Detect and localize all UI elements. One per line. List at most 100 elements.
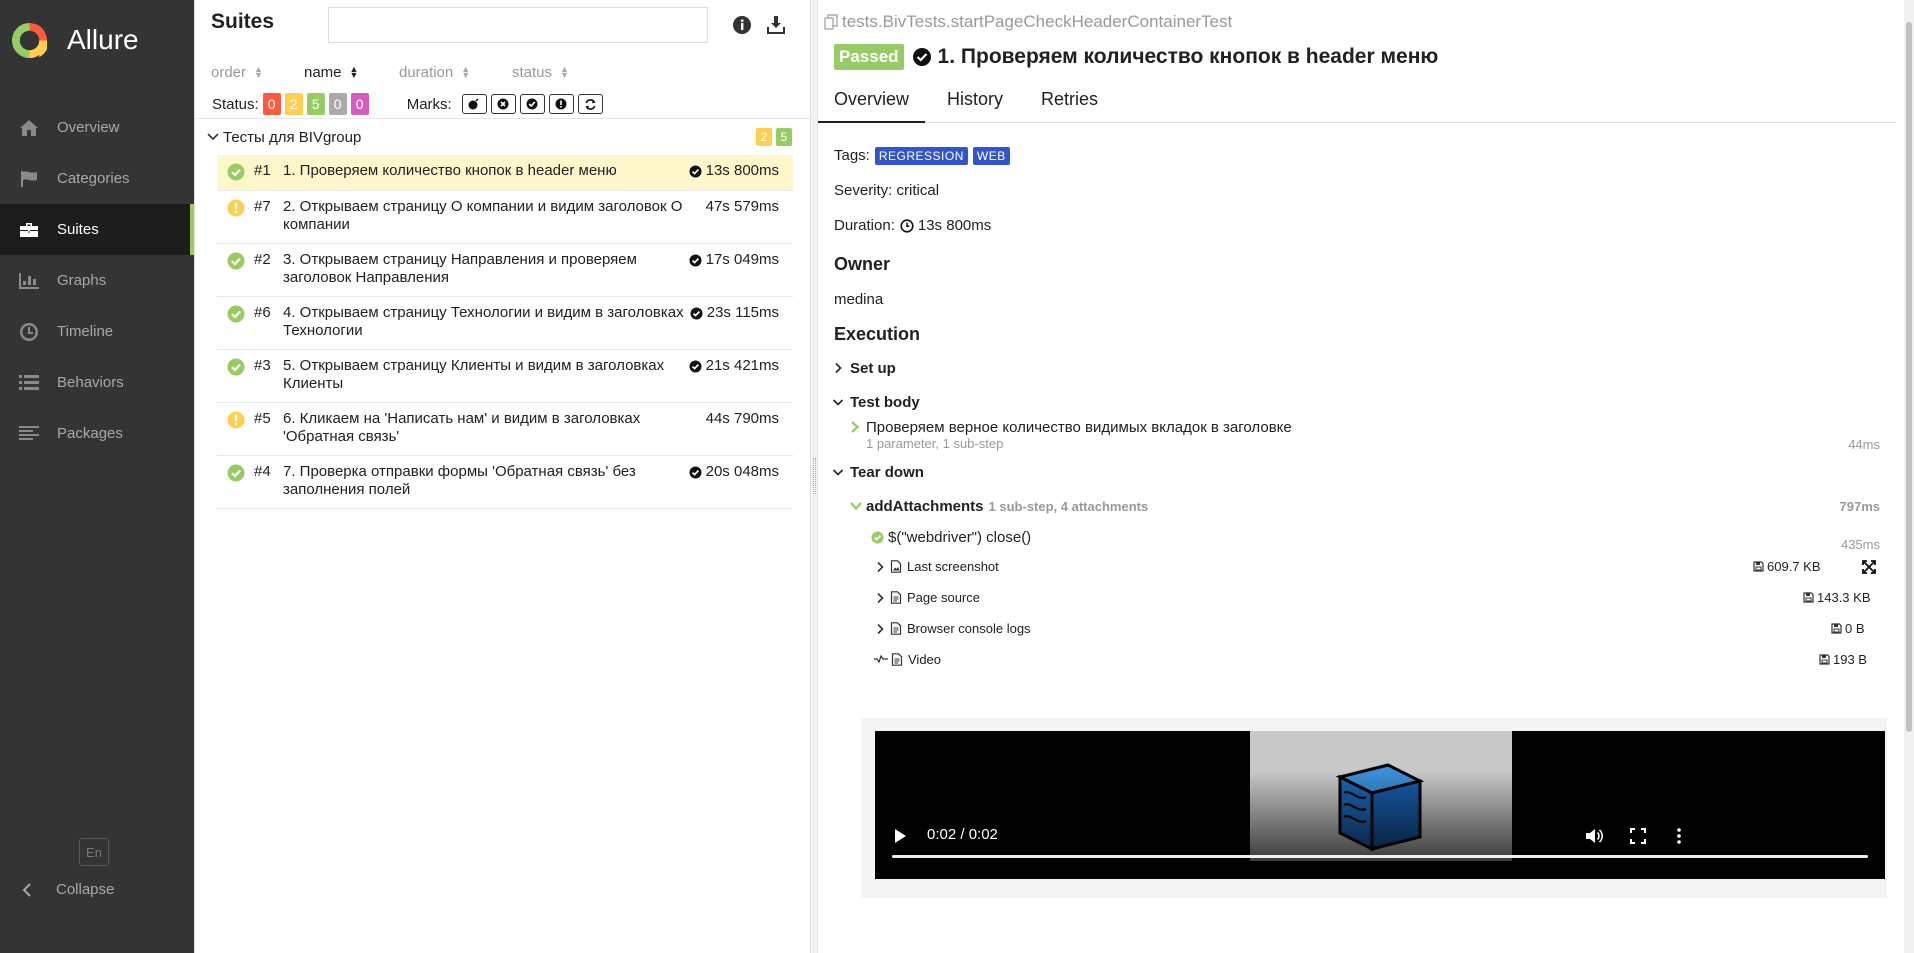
step-row[interactable]: Проверяем верное количество видимых вкла… [850, 419, 1880, 455]
mark-new-broken-button[interactable] [548, 94, 574, 114]
sidebar-item-categories[interactable]: Categories [0, 153, 194, 204]
attachment-row[interactable]: Video 193 B [873, 644, 1914, 674]
chevron-left-icon [22, 882, 31, 897]
mark-new-failed-button[interactable] [490, 94, 516, 114]
floppy-disk-icon [1803, 592, 1814, 603]
test-case-row[interactable]: #7 2. Открываем страницу О компании и вид… [217, 191, 793, 244]
collapse-button[interactable]: Collapse [22, 881, 114, 898]
sidebar-item-overview[interactable]: Overview [0, 102, 194, 153]
case-name: 5. Открываем страницу Клиенты и видим в … [283, 357, 665, 392]
sort-order[interactable]: order ▲ ▼ [211, 62, 304, 82]
test-fullname-text: tests.BivTests.startPageCheckHeaderConta… [842, 12, 1233, 31]
test-case-row[interactable]: #2 3. Открываем страницу Направления и пр… [217, 244, 793, 297]
refresh-icon [585, 98, 596, 110]
more-vertical-icon[interactable] [1677, 828, 1681, 844]
step-duration: 44ms [1848, 437, 1880, 452]
case-duration: 21s 421ms [689, 357, 779, 375]
sort-status[interactable]: status ▲ ▼ [512, 62, 569, 82]
substep-row[interactable]: $("webdriver") close() 435ms [871, 523, 1880, 552]
attachment-row[interactable]: Page source 143.3 KB [873, 582, 1914, 613]
sort-bar: order ▲ ▼ name ▲ ▼ duration ▲ ▼ status ▲ ▼ [211, 62, 569, 82]
check-circle-icon [689, 360, 702, 372]
pane-splitter[interactable] [810, 0, 818, 953]
status-filter-broken[interactable]: 2 [284, 93, 303, 115]
sidebar-item-graphs[interactable]: Graphs [0, 255, 194, 306]
search-input[interactable] [328, 7, 708, 43]
download-icon[interactable] [765, 14, 787, 36]
tags-line: Tags: REGRESSION WEB [834, 138, 1880, 173]
test-case-row[interactable]: #1 1. Проверяем количество кнопок в heade… [217, 155, 793, 191]
case-number: #2 [254, 251, 271, 268]
sort-label: name [304, 63, 342, 81]
splitter-grip [813, 458, 816, 494]
mark-new-passed-button[interactable] [519, 94, 545, 114]
floppy-disk-icon [1831, 623, 1842, 634]
attachment-row[interactable]: Browser console logs 0 B [873, 613, 1914, 644]
volume-icon[interactable] [1585, 828, 1603, 844]
stage-test-body[interactable]: Test body [832, 385, 1880, 419]
attachment-row[interactable]: Last screenshot 609.7 KB [873, 551, 1880, 582]
status-filter-skipped[interactable]: 0 [328, 93, 347, 115]
test-case-row[interactable]: #4 7. Проверка отправки формы 'Обратная с… [217, 456, 793, 509]
test-case-row[interactable]: #3 5. Открываем страницу Клиенты и видим … [217, 350, 793, 403]
video-controls-overlay [875, 771, 1885, 879]
tab-overview[interactable]: Overview [818, 86, 926, 123]
sidebar-item-behaviors[interactable]: Behaviors [0, 357, 194, 408]
file-icon [890, 591, 902, 604]
language-button[interactable]: En [79, 838, 109, 866]
sidebar-item-label: Behaviors [57, 374, 124, 391]
chevron-down-icon [832, 399, 844, 406]
video-progress-bar[interactable] [892, 855, 1868, 858]
sort-duration[interactable]: duration ▲ ▼ [399, 62, 512, 82]
sort-label: order [211, 63, 247, 81]
sidebar-item-packages[interactable]: Packages [0, 408, 194, 459]
case-duration-value: 13s 800ms [705, 162, 779, 179]
status-filter-failed[interactable]: 0 [262, 93, 281, 115]
app-name: Allure [67, 24, 139, 55]
status-filter-unknown[interactable]: 0 [350, 93, 369, 115]
passed-status-icon [227, 358, 245, 376]
check-circle-icon [871, 531, 884, 543]
execution-heading: Execution [834, 323, 921, 344]
sidebar-item-suites[interactable]: Suites [0, 204, 194, 255]
expand-icon[interactable] [1862, 559, 1876, 574]
status-filter-passed[interactable]: 5 [306, 93, 325, 115]
passed-status-icon [227, 464, 245, 482]
brand[interactable]: Allure [0, 0, 194, 80]
test-case-row[interactable]: #6 4. Открываем страницу Технологии и вид… [217, 297, 793, 350]
suite-group-header[interactable]: Тесты для BIVgroup 2 5 [207, 127, 792, 147]
stage-tear-down[interactable]: Tear down [832, 455, 1880, 489]
scrollbar[interactable] [1904, 0, 1914, 953]
sort-arrows-icon: ▲ ▼ [461, 64, 471, 80]
test-fullname[interactable]: tests.BivTests.startPageCheckHeaderConta… [824, 12, 1232, 32]
tab-history[interactable]: History [931, 86, 1019, 123]
copy-icon [824, 14, 838, 30]
attachment-name: Browser console logs [907, 621, 1031, 636]
step-row[interactable]: addAttachments 1 sub-step, 4 attachments… [850, 489, 1880, 523]
case-name: 1. Проверяем количество кнопок в header … [283, 162, 617, 179]
attachment-size: 609.7 KB [1753, 559, 1821, 574]
attachment-name: Last screenshot [907, 559, 999, 574]
test-title: 1. Проверяем количество кнопок в header … [937, 45, 1439, 68]
info-icon[interactable] [731, 14, 753, 36]
bomb-icon [468, 98, 479, 110]
bar-chart-icon [17, 271, 41, 291]
tab-retries[interactable]: Retries [1025, 86, 1114, 123]
case-duration: 13s 800ms [689, 162, 779, 180]
sidebar-item-timeline[interactable]: Timeline [0, 306, 194, 357]
sidebar-item-label: Graphs [57, 272, 107, 289]
play-icon[interactable] [893, 828, 907, 844]
fullscreen-icon[interactable] [1630, 828, 1646, 844]
sidebar: Allure Overview Categories Suites Graphs… [0, 0, 194, 953]
video-player[interactable]: 0:02 / 0:02 [875, 731, 1885, 879]
sort-name[interactable]: name ▲ ▼ [304, 62, 399, 82]
step-subtitle: 1 sub-step, 4 attachments [988, 498, 1149, 514]
mark-retries-button[interactable] [577, 94, 603, 114]
mark-flaky-button[interactable] [461, 94, 487, 114]
stage-setup[interactable]: Set up [832, 351, 1880, 385]
test-title-row: Passed 1. Проверяем количество кнопок в … [834, 44, 1438, 70]
test-case-row[interactable]: #5 6. Кликаем на 'Написать нам' и видим в… [217, 403, 793, 456]
scrollbar-thumb[interactable] [1906, 22, 1912, 732]
stage-label: Tear down [850, 463, 924, 481]
image-file-icon [890, 560, 902, 573]
